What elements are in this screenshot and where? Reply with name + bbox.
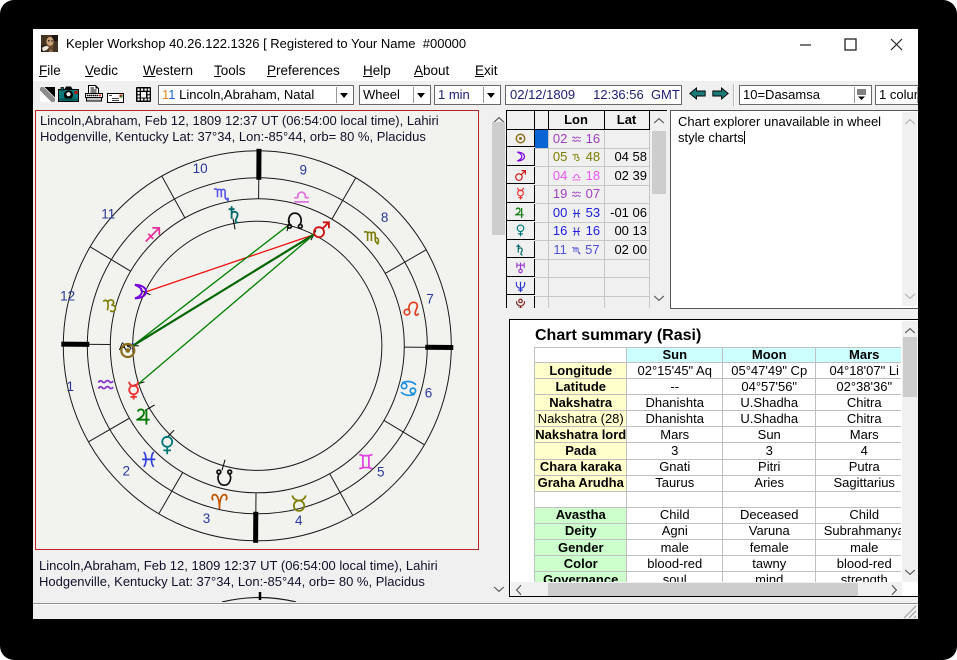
svg-text:2: 2: [123, 463, 131, 478]
svg-text:3: 3: [203, 511, 211, 526]
svg-text:9: 9: [299, 162, 307, 177]
svg-text:1: 1: [66, 379, 74, 394]
svg-text:12: 12: [60, 289, 75, 304]
svg-text:4: 4: [295, 513, 303, 528]
svg-text:11: 11: [101, 207, 115, 222]
svg-text:10: 10: [193, 161, 208, 176]
svg-text:8: 8: [381, 210, 389, 225]
svg-text:6: 6: [425, 386, 433, 401]
svg-text:5: 5: [377, 465, 385, 480]
svg-text:7: 7: [426, 292, 434, 307]
